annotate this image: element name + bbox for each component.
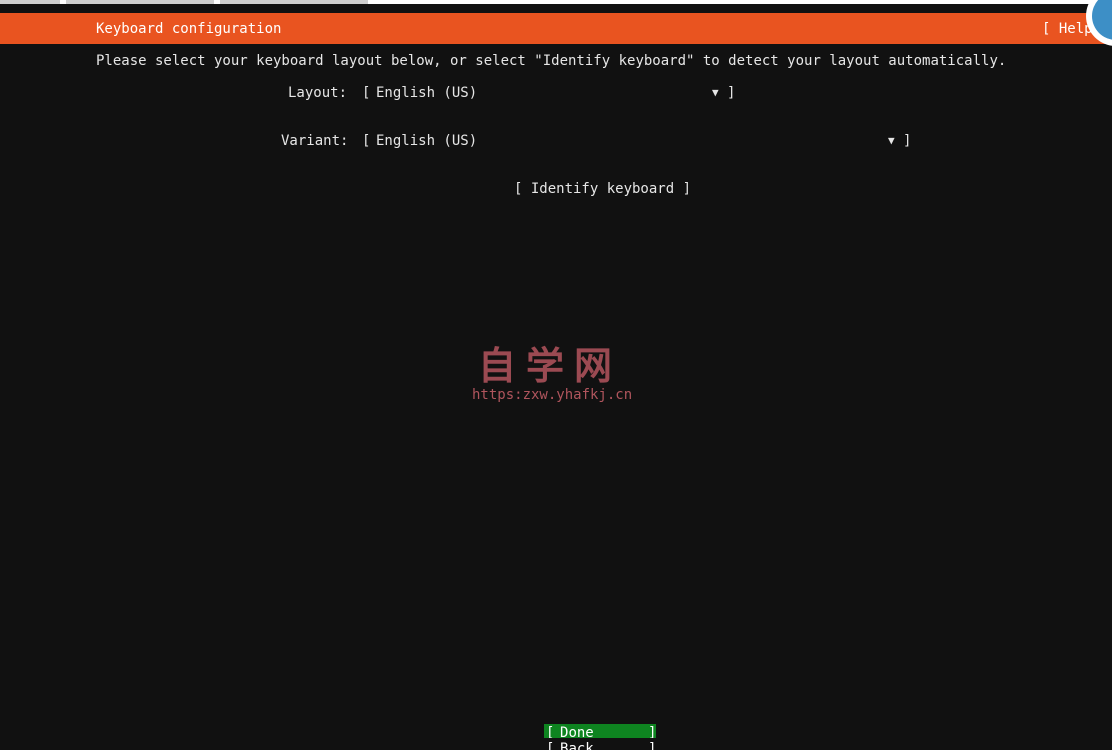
layout-label: Layout: [288,85,348,101]
select-open-bracket: [ [362,85,371,101]
tab-divider [214,0,220,4]
watermark-title: 自学网 [478,344,623,388]
select-close-bracket: ] [727,85,736,101]
intro-text: Please select your keyboard layout below… [96,53,1007,69]
tab-divider [60,0,66,4]
page-title: Keyboard configuration [96,21,282,37]
back-button-label: Back [560,741,594,750]
layout-selected-value: English (US) [376,85,478,101]
button-open-bracket: [ [546,741,555,750]
tab-active-indicator [368,0,1112,4]
select-open-bracket: [ [362,133,371,149]
watermark: 自学网 https:zxw.yhafkj.cn [470,344,650,408]
identify-keyboard-button[interactable]: [ Identify keyboard ] [514,180,691,198]
dropdown-arrow-icon: ▼ [888,134,895,147]
variant-label: Variant: [281,133,349,149]
help-button[interactable]: [ Help [1042,20,1093,38]
back-button[interactable]: [ Back ] [544,738,656,750]
header-bar: Keyboard configuration [ Help [0,13,1112,44]
window-top-strip [0,0,1112,4]
select-close-bracket: ] [903,133,912,149]
variant-select[interactable]: [ English (US) ▼ ] [362,132,912,150]
variant-selected-value: English (US) [376,133,478,149]
button-close-bracket: ] [648,741,657,750]
dropdown-arrow-icon: ▼ [712,86,719,99]
watermark-url: https:zxw.yhafkj.cn [472,387,633,403]
layout-select[interactable]: [ English (US) ▼ ] [362,84,736,102]
